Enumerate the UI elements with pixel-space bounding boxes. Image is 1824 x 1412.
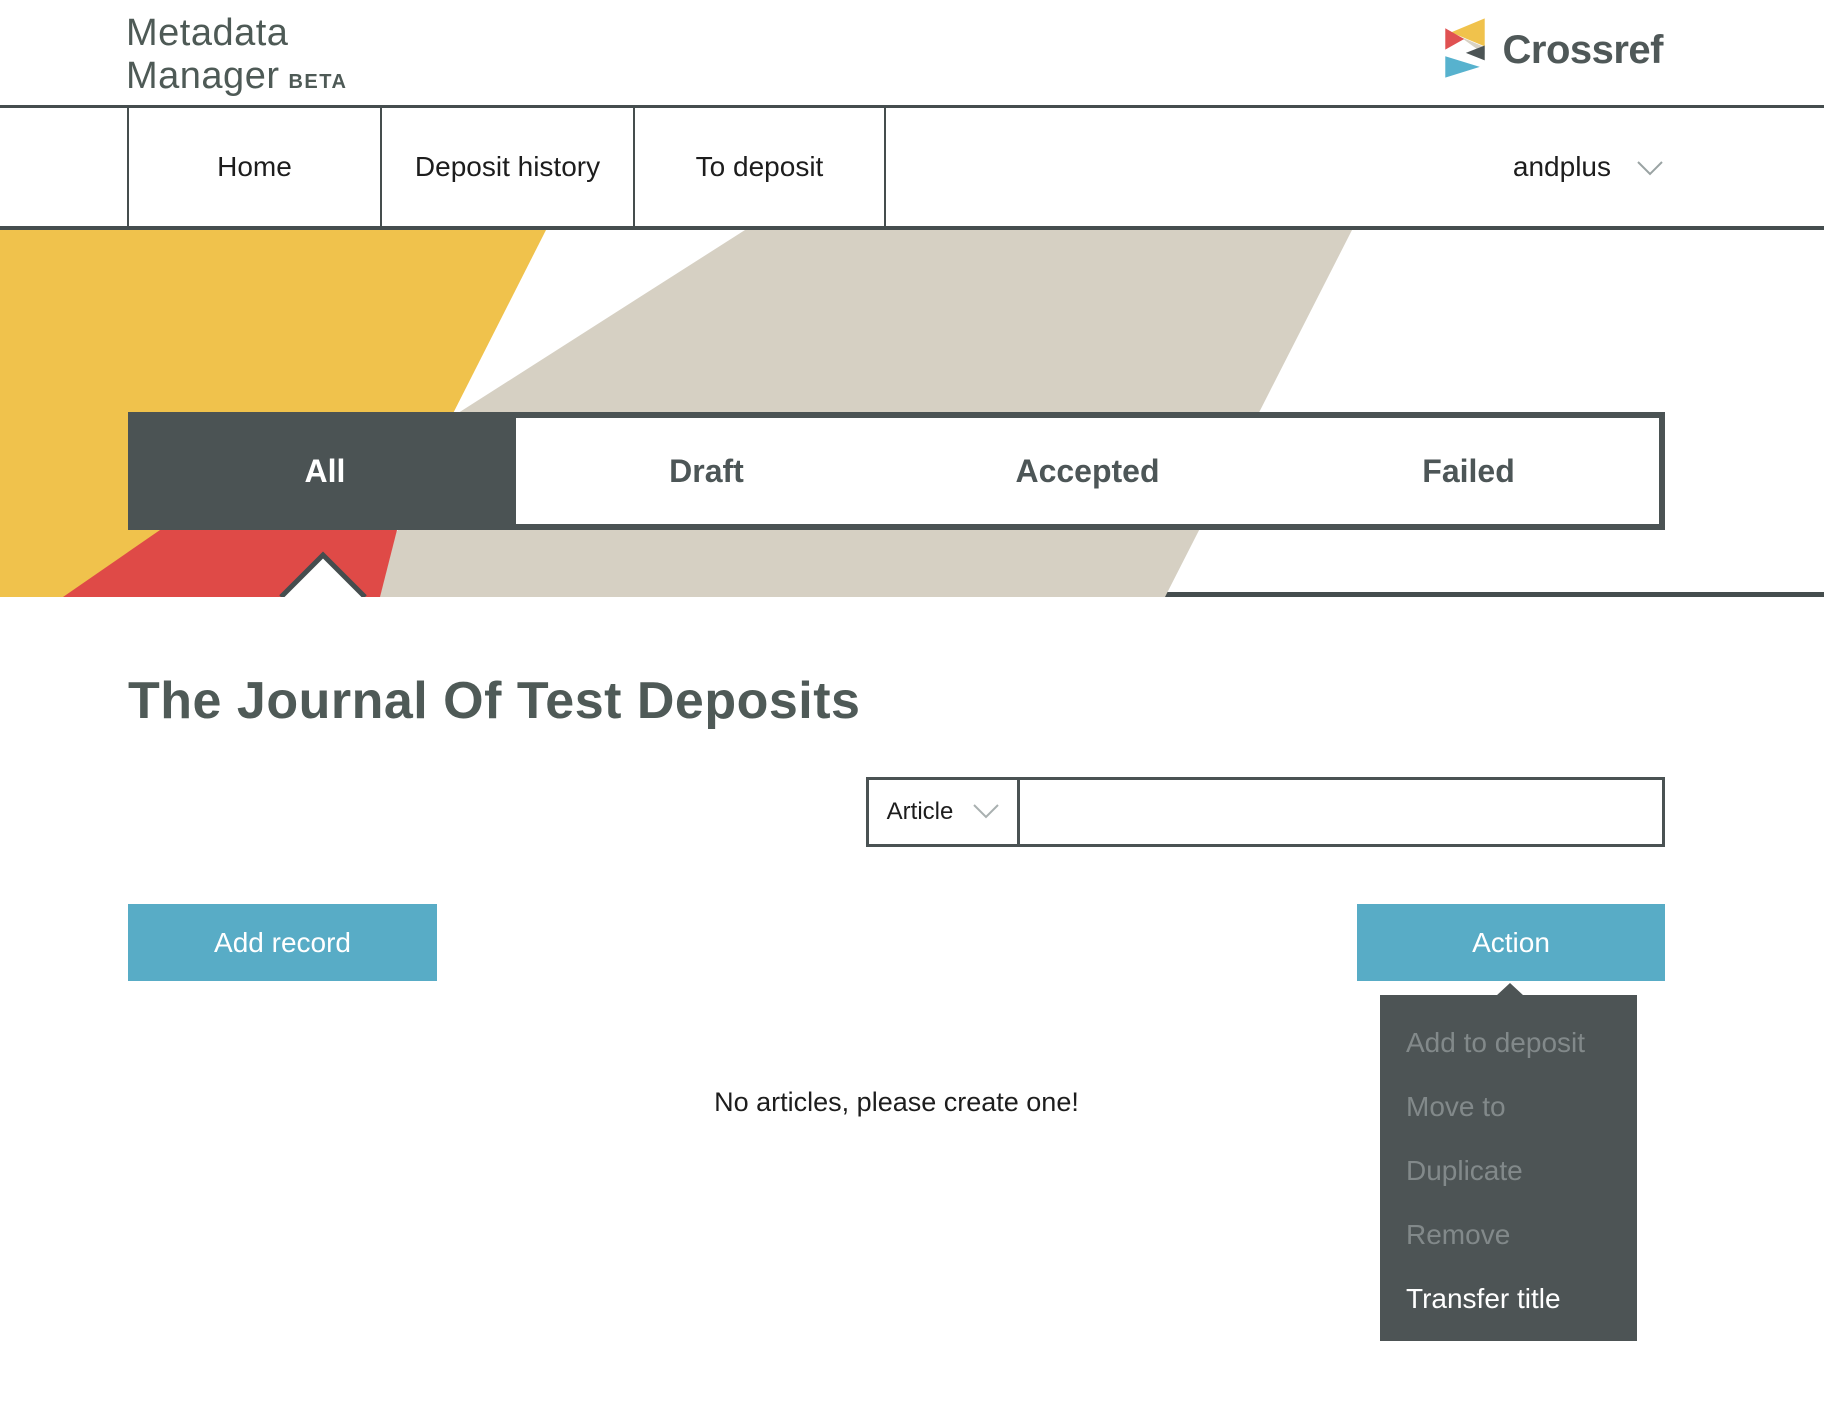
crossref-logomark-icon <box>1442 16 1488 85</box>
beta-badge: BETA <box>288 61 347 104</box>
menu-item-move-to: Move to <box>1380 1075 1637 1139</box>
search-box: Article <box>866 777 1665 847</box>
action-dropdown-menu: Add to deposit Move to Duplicate Remove … <box>1380 995 1637 1341</box>
nav-item-home[interactable]: Home <box>127 108 380 226</box>
menu-item-transfer-title[interactable]: Transfer title <box>1380 1267 1637 1331</box>
tab-draft[interactable]: Draft <box>516 418 897 524</box>
app-logo-line2: Manager <box>126 55 279 98</box>
actions-row: Add record Action <box>128 904 1665 981</box>
add-record-button[interactable]: Add record <box>128 904 437 981</box>
crossref-wordmark: Crossref <box>1502 28 1663 73</box>
status-tabbar: All Draft Accepted Failed <box>128 412 1665 530</box>
search-input[interactable] <box>1020 780 1662 844</box>
account-name: andplus <box>1513 151 1611 183</box>
tab-all[interactable]: All <box>134 418 516 524</box>
nav-item-to-deposit[interactable]: To deposit <box>633 108 886 226</box>
search-row: Article <box>128 777 1665 847</box>
app-logo-line1: Metadata <box>126 12 347 55</box>
action-button[interactable]: Action <box>1357 904 1665 981</box>
menu-item-remove: Remove <box>1380 1203 1637 1267</box>
main-navbar: Home Deposit history To deposit andplus <box>0 105 1824 230</box>
action-menu-caret-icon <box>1496 983 1524 996</box>
app-header: Metadata Manager BETA Crossref <box>0 0 1824 105</box>
active-tab-pointer <box>278 547 368 597</box>
menu-item-duplicate: Duplicate <box>1380 1139 1637 1203</box>
record-type-selected: Article <box>887 798 954 826</box>
nav-item-deposit-history[interactable]: Deposit history <box>380 108 633 226</box>
nav-spacer <box>0 108 127 226</box>
menu-item-add-to-deposit: Add to deposit <box>1380 1011 1637 1075</box>
chevron-down-icon <box>973 798 999 826</box>
account-menu[interactable]: andplus <box>1513 108 1663 226</box>
chevron-down-icon <box>1637 151 1663 183</box>
crossref-logo[interactable]: Crossref <box>1442 16 1663 85</box>
hero-banner: All Draft Accepted Failed <box>0 230 1824 597</box>
app-logo[interactable]: Metadata Manager BETA <box>126 12 347 104</box>
page-title: The Journal Of Test Deposits <box>128 597 1665 731</box>
tab-accepted[interactable]: Accepted <box>897 418 1278 524</box>
tab-failed[interactable]: Failed <box>1278 418 1659 524</box>
record-type-select[interactable]: Article <box>869 780 1020 844</box>
